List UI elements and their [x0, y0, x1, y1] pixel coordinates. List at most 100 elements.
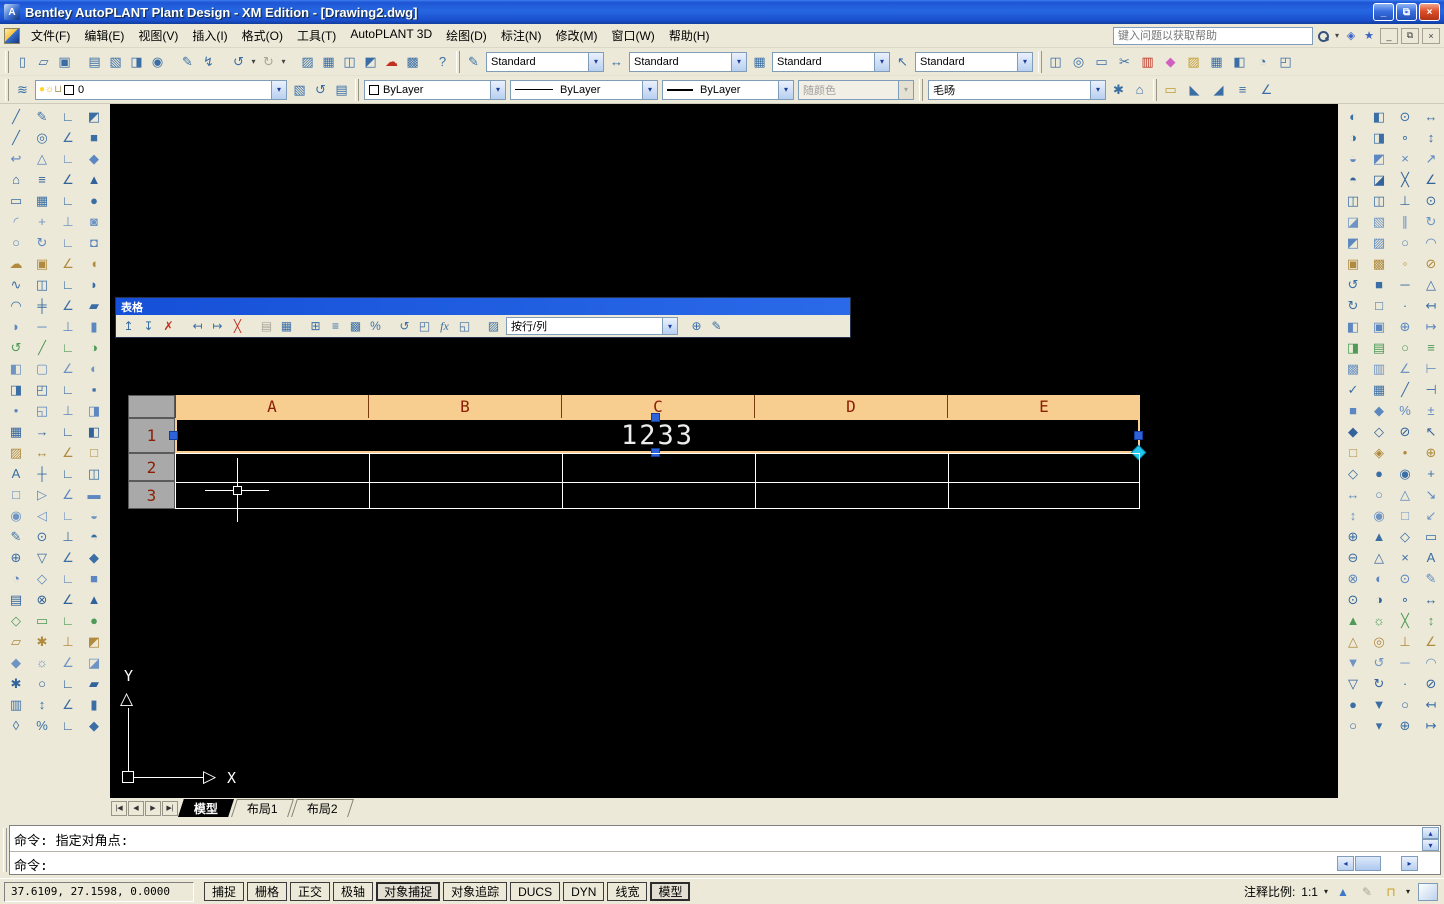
modeling-tool-icon[interactable]: ◨: [83, 400, 105, 421]
solid-edit-tool-icon[interactable]: ◑: [1342, 127, 1364, 148]
table-row-header[interactable]: 2: [128, 453, 175, 481]
osnap-tool-icon[interactable]: ⊙: [1394, 106, 1416, 127]
solid-edit-tool-icon[interactable]: ◐: [1342, 106, 1364, 127]
status-toggle-button[interactable]: 捕捉: [204, 882, 245, 901]
modeling-tool-icon[interactable]: ◘: [83, 232, 105, 253]
modify-tool-icon[interactable]: ○: [31, 673, 53, 694]
dimension-tool-icon[interactable]: ↗: [1420, 148, 1442, 169]
modify-tool-icon[interactable]: ≡: [31, 169, 53, 190]
dimension-tool-icon[interactable]: ◠: [1420, 652, 1442, 673]
view-tool-icon[interactable]: ◩: [1368, 148, 1390, 169]
dimension-tool-icon[interactable]: A: [1420, 547, 1442, 568]
solid-edit-tool-icon[interactable]: ◆: [1342, 421, 1364, 442]
ucs-tool-icon[interactable]: ∟: [57, 337, 79, 358]
layout-tab[interactable]: 布局2: [290, 799, 354, 817]
style-combo[interactable]: Standard ▾: [629, 51, 747, 72]
osnap-tool-icon[interactable]: ─: [1394, 274, 1416, 295]
insert-col-left-icon[interactable]: ↤: [188, 317, 207, 335]
modify-tool-icon[interactable]: ⊙: [31, 526, 53, 547]
ucs-tool-icon[interactable]: ∟: [57, 148, 79, 169]
modify-tool-icon[interactable]: ─: [31, 316, 53, 337]
modify-tool-icon[interactable]: ╪: [31, 295, 53, 316]
modeling-tool-icon[interactable]: ◓: [83, 526, 105, 547]
view-tool-icon[interactable]: ↺: [1368, 652, 1390, 673]
auto-annotate-icon[interactable]: ✎: [1358, 883, 1376, 901]
osnap-tool-icon[interactable]: ∘: [1394, 127, 1416, 148]
drawing-canvas[interactable]: 表格 ↥ ↧ ✗ ↤ ↦ ╳ ▤ ▦ ⊞ ≡ ▩% ↺ ◰ fx ◱ ▨ 按行/列 ▾ ⊕ ✎: [110, 104, 1338, 798]
command-window-grip[interactable]: [3, 828, 7, 872]
minimize-button[interactable]: _: [1373, 3, 1394, 21]
modify-tool-icon[interactable]: %: [31, 715, 53, 736]
menu-item[interactable]: 修改(M): [548, 24, 604, 47]
view-tool-icon[interactable]: ◇: [1368, 421, 1390, 442]
search-icon[interactable]: [1315, 28, 1331, 44]
status-toggle-button[interactable]: DYN: [563, 882, 605, 901]
menu-item[interactable]: 视图(V): [131, 24, 185, 47]
view-tool-icon[interactable]: ◈: [1368, 442, 1390, 463]
modeling-tool-icon[interactable]: ◗: [83, 274, 105, 295]
menu-item[interactable]: 编辑(E): [77, 24, 131, 47]
doc-restore-button[interactable]: ⧉: [1401, 27, 1419, 44]
layer-combo[interactable]: ● ☼ ⊔ 0 ▾: [35, 79, 287, 100]
solid-edit-tool-icon[interactable]: ●: [1342, 694, 1364, 715]
style-icon[interactable]: ✎: [463, 51, 484, 72]
solid-edit-tool-icon[interactable]: ↔: [1342, 484, 1364, 505]
modeling-tool-icon[interactable]: ●: [83, 610, 105, 631]
layer-previous-icon[interactable]: ↺: [310, 79, 331, 100]
modeling-tool-icon[interactable]: ◆: [83, 715, 105, 736]
modify-tool-icon[interactable]: ◇: [31, 568, 53, 589]
osnap-tool-icon[interactable]: %: [1394, 400, 1416, 421]
map-icon[interactable]: ▦: [1206, 51, 1227, 72]
dimension-tool-icon[interactable]: ◠: [1420, 232, 1442, 253]
ucs-tool-icon[interactable]: ∠: [57, 694, 79, 715]
solid-edit-tool-icon[interactable]: ◓: [1342, 169, 1364, 190]
draw-tool-icon[interactable]: ○: [5, 232, 27, 253]
modeling-tool-icon[interactable]: ▰: [83, 673, 105, 694]
revision-icon[interactable]: ☁: [381, 51, 402, 72]
modify-tool-icon[interactable]: ◱: [31, 400, 53, 421]
modify-tool-icon[interactable]: ▷: [31, 484, 53, 505]
status-toggle-button[interactable]: 对象捕捉: [376, 882, 441, 901]
dimension-tool-icon[interactable]: ↦: [1420, 715, 1442, 736]
insert-col-right-icon[interactable]: ↦: [208, 317, 227, 335]
view-tool-icon[interactable]: ▥: [1368, 358, 1390, 379]
modify-tool-icon[interactable]: ▣: [31, 253, 53, 274]
view-tool-icon[interactable]: □: [1368, 295, 1390, 316]
table-grid[interactable]: [175, 453, 1140, 509]
status-toggle-button[interactable]: 栅格: [247, 882, 288, 901]
dimension-tool-icon[interactable]: ↕: [1420, 610, 1442, 631]
tab-nav-button[interactable]: |◀: [111, 800, 127, 816]
doc-minimize-button[interactable]: _: [1380, 27, 1398, 44]
insert-row-above-icon[interactable]: ↥: [119, 317, 138, 335]
menu-item[interactable]: 绘图(D): [439, 24, 494, 47]
ucs-tool-icon[interactable]: ∠: [57, 547, 79, 568]
view-tool-icon[interactable]: △: [1368, 547, 1390, 568]
solid-edit-tool-icon[interactable]: ■: [1342, 400, 1364, 421]
view-tool-icon[interactable]: ●: [1368, 463, 1390, 484]
menu-item[interactable]: 格式(O): [235, 24, 290, 47]
cut-icon[interactable]: ✂: [1114, 51, 1135, 72]
solid-edit-tool-icon[interactable]: ▽: [1342, 673, 1364, 694]
lineweight-combo[interactable]: ByLayer ▾: [662, 79, 794, 100]
osnap-tool-icon[interactable]: ×: [1394, 148, 1416, 169]
find-icon[interactable]: ◔: [1252, 51, 1273, 72]
menu-item[interactable]: 标注(N): [494, 24, 549, 47]
draw-tool-icon[interactable]: ▦: [5, 421, 27, 442]
draw-tool-icon[interactable]: ◠: [5, 295, 27, 316]
modeling-tool-icon[interactable]: ◖: [83, 253, 105, 274]
table-read-mode-combo[interactable]: 按行/列 ▾: [506, 317, 678, 335]
solid-edit-tool-icon[interactable]: ▩: [1342, 358, 1364, 379]
ucs-tool-icon[interactable]: ∠: [57, 295, 79, 316]
layer-properties-icon[interactable]: ≋: [12, 79, 33, 100]
modify-tool-icon[interactable]: ↔: [31, 442, 53, 463]
color-combo[interactable]: ByLayer ▾: [364, 79, 506, 100]
modify-tool-icon[interactable]: →: [31, 421, 53, 442]
draw-tool-icon[interactable]: ◨: [5, 379, 27, 400]
modeling-tool-icon[interactable]: ▬: [83, 484, 105, 505]
dimension-tool-icon[interactable]: △: [1420, 274, 1442, 295]
ucs-tool-icon[interactable]: ⊥: [57, 526, 79, 547]
manage-content-icon[interactable]: ◱: [455, 317, 474, 335]
annotation-visibility-icon[interactable]: ▲: [1334, 883, 1352, 901]
dimension-tool-icon[interactable]: ↤: [1420, 694, 1442, 715]
solid-edit-tool-icon[interactable]: △: [1342, 631, 1364, 652]
